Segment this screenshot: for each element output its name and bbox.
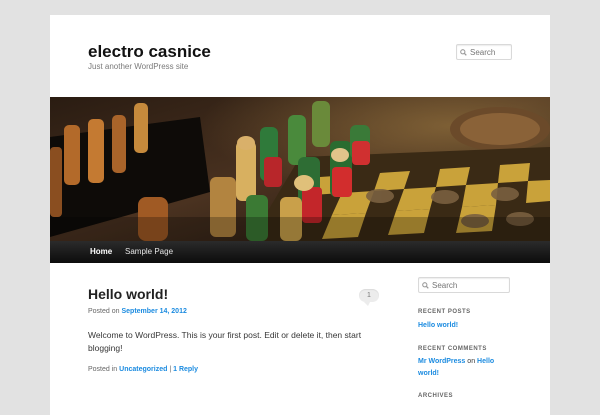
comment-on-label: on xyxy=(467,358,476,365)
chess-board-photo-icon xyxy=(50,97,550,241)
header-search-input[interactable] xyxy=(467,47,511,57)
comment-author-link[interactable]: Mr WordPress xyxy=(418,358,465,365)
sidebar-search[interactable] xyxy=(418,277,510,293)
page-container: electro casnice Just another WordPress s… xyxy=(50,15,550,415)
reply-link[interactable]: 1 Reply xyxy=(173,366,198,373)
post-meta: Posted on September 14, 2012 xyxy=(88,308,187,315)
footer-separator: | xyxy=(169,366,172,373)
search-icon xyxy=(460,48,467,56)
site-description: Just another WordPress site xyxy=(88,62,189,71)
post-title[interactable]: Hello world! xyxy=(88,286,168,302)
sidebar-search-input[interactable] xyxy=(429,280,509,290)
post-footer: Posted in Uncategorized | 1 Reply xyxy=(88,366,198,373)
post-date-link[interactable]: September 14, 2012 xyxy=(121,308,186,315)
recent-posts-title: Recent Posts xyxy=(418,309,471,315)
site-title[interactable]: electro casnice xyxy=(88,42,211,62)
archives-title: Archives xyxy=(418,393,454,399)
nav-item-sample-page[interactable]: Sample Page xyxy=(116,241,182,263)
category-link[interactable]: Uncategorized xyxy=(119,366,167,373)
recent-comment-item: Mr WordPress on Hello world! xyxy=(418,356,508,380)
header-search[interactable] xyxy=(456,44,512,60)
recent-comments-title: Recent Comments xyxy=(418,346,487,352)
post-content: Welcome to WordPress. This is your first… xyxy=(88,330,362,353)
posted-on-label: Posted on xyxy=(88,308,120,315)
search-icon xyxy=(422,281,429,289)
posted-in-label: Posted in xyxy=(88,366,118,373)
recent-post-link[interactable]: Hello world! xyxy=(418,322,458,329)
header-banner-image xyxy=(50,97,550,241)
recent-posts-list: Hello world! xyxy=(418,320,458,332)
comment-count-bubble[interactable]: 1 xyxy=(359,289,379,306)
main-navigation: Home Sample Page xyxy=(50,241,550,263)
